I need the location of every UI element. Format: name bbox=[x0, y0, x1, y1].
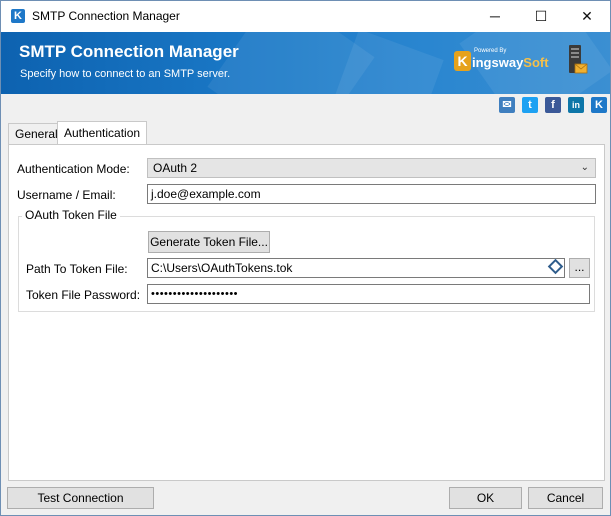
logo-mark: K bbox=[454, 51, 471, 71]
chevron-down-icon: ⌄ bbox=[580, 162, 589, 173]
browse-button[interactable]: ... bbox=[569, 258, 590, 278]
tab-authentication[interactable]: Authentication bbox=[57, 121, 148, 144]
authentication-panel: Authentication Mode: OAuth 2 ⌄ Username … bbox=[8, 144, 605, 481]
cancel-button[interactable]: Cancel bbox=[528, 487, 603, 509]
kingswaysoft-logo: K Powered By ingswaySoft bbox=[452, 45, 549, 77]
generate-token-file-button[interactable]: Generate Token File... bbox=[148, 231, 270, 253]
username-label: Username / Email: bbox=[17, 188, 116, 202]
twitter-icon[interactable]: t bbox=[522, 97, 538, 113]
kingswaysoft-app-icon: K bbox=[11, 9, 25, 23]
minimize-button[interactable]: ─ bbox=[472, 1, 518, 32]
banner-subtitle: Specify how to connect to an SMTP server… bbox=[20, 68, 231, 80]
auth-mode-dropdown[interactable]: OAuth 2 ⌄ bbox=[147, 158, 596, 178]
title-bar: K SMTP Connection Manager ─ ☐ ✕ bbox=[1, 1, 610, 32]
variable-icon[interactable] bbox=[547, 258, 564, 275]
facebook-icon[interactable]: f bbox=[545, 97, 561, 113]
token-file-password-label: Token File Password: bbox=[26, 288, 141, 302]
token-file-password-input[interactable]: •••••••••••••••••••• bbox=[147, 284, 590, 304]
ok-button[interactable]: OK bbox=[449, 487, 522, 509]
username-input[interactable]: j.doe@example.com bbox=[147, 184, 596, 204]
server-mail-icon bbox=[569, 45, 588, 74]
header-banner: SMTP Connection Manager Specify how to c… bbox=[1, 32, 610, 94]
dialog-window: K SMTP Connection Manager ─ ☐ ✕ SMTP Con… bbox=[0, 0, 611, 516]
path-to-token-file-label: Path To Token File: bbox=[26, 262, 128, 276]
close-button[interactable]: ✕ bbox=[564, 1, 610, 32]
logo-brand: ingswaySoft bbox=[472, 55, 549, 70]
path-to-token-file-value: C:\Users\OAuthTokens.tok bbox=[151, 261, 293, 275]
auth-mode-label: Authentication Mode: bbox=[17, 162, 130, 176]
email-icon[interactable]: ✉ bbox=[499, 97, 515, 113]
path-to-token-file-input[interactable]: C:\Users\OAuthTokens.tok bbox=[147, 258, 565, 278]
logo-powered-by: Powered By bbox=[474, 48, 507, 54]
auth-mode-value: OAuth 2 bbox=[153, 161, 198, 175]
kingswaysoft-icon[interactable]: K bbox=[591, 97, 607, 113]
oauth-token-file-group-title: OAuth Token File bbox=[22, 208, 120, 222]
banner-title: SMTP Connection Manager bbox=[19, 42, 239, 61]
window-title: SMTP Connection Manager bbox=[32, 9, 180, 23]
test-connection-button[interactable]: Test Connection bbox=[7, 487, 154, 509]
footer-bar: Test Connection OK Cancel bbox=[1, 481, 610, 515]
maximize-button[interactable]: ☐ bbox=[518, 1, 564, 32]
linkedin-icon[interactable]: in bbox=[568, 97, 584, 113]
